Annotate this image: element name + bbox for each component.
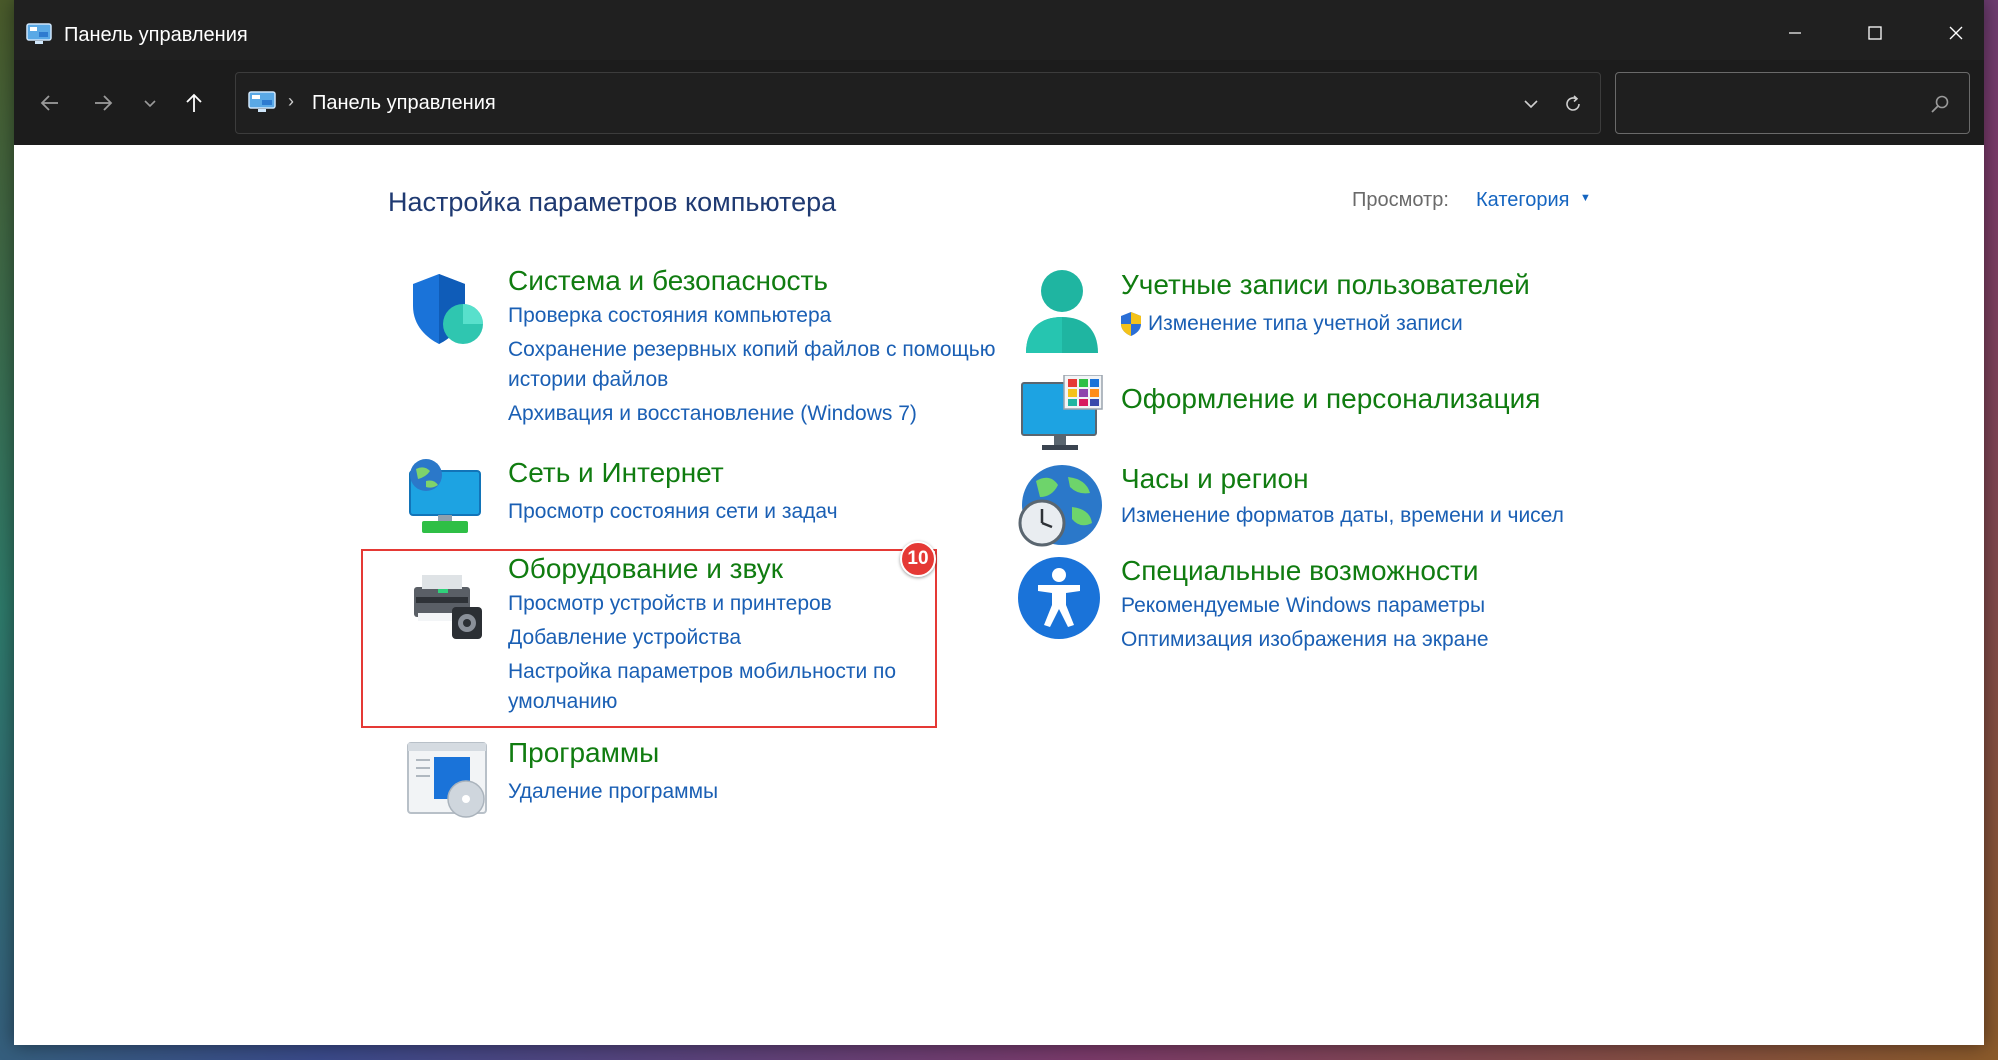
search-box[interactable]: [1615, 72, 1970, 134]
highlight-box: [361, 549, 937, 728]
minimize-icon: [1789, 32, 1801, 34]
category-network-internet: Сеть и Интернет Просмотр состояния сети …: [388, 457, 948, 547]
chevron-down-icon: [1524, 100, 1538, 109]
maximize-button[interactable]: [1860, 18, 1890, 48]
minimize-button[interactable]: [1780, 18, 1810, 48]
link-file-history-backup[interactable]: Сохранение резервных копий файлов с помо…: [508, 335, 1028, 395]
link-network-status[interactable]: Просмотр состояния сети и задач: [508, 497, 838, 527]
caret-down-icon: ▼: [1580, 192, 1591, 204]
category-title[interactable]: Система и безопасность: [508, 265, 828, 297]
step-badge: 10: [900, 541, 936, 577]
arrow-up-icon: [186, 93, 202, 112]
search-icon: [1931, 95, 1949, 113]
category-title[interactable]: Оформление и персонализация: [1121, 383, 1540, 415]
uac-shield-icon: [1121, 312, 1141, 336]
back-button[interactable]: [32, 85, 68, 121]
address-dropdown-button[interactable]: [1514, 87, 1548, 121]
category-clock-region: Часы и регион Изменение форматов даты, в…: [1014, 463, 1614, 553]
up-button[interactable]: [176, 85, 212, 121]
category-title[interactable]: Программы: [508, 737, 659, 769]
category-user-accounts: Учетные записи пользователей Изменение т…: [1014, 269, 1574, 359]
link-date-time-formats[interactable]: Изменение форматов даты, времени и чисел: [1121, 501, 1564, 531]
page-title: Настройка параметров компьютера: [388, 187, 837, 217]
close-button[interactable]: [1941, 18, 1971, 48]
category-appearance: Оформление и персонализация: [1014, 375, 1574, 455]
link-uninstall-program[interactable]: Удаление программы: [508, 777, 718, 807]
globe-clock-icon: [1018, 465, 1102, 547]
category-programs: Программы Удаление программы: [388, 737, 948, 837]
control-panel-window: Панель управления › Панель управления На…: [14, 0, 1984, 1045]
address-bar[interactable]: › Панель управления: [235, 72, 1601, 134]
category-system-security: Система и безопасность Проверка состояни…: [388, 265, 1028, 445]
category-title[interactable]: Учетные записи пользователей: [1121, 269, 1530, 301]
content-area: Настройка параметров компьютера Просмотр…: [14, 145, 1984, 1045]
close-icon: [1949, 26, 1963, 40]
arrow-right-icon: [95, 95, 113, 111]
refresh-icon: [1566, 95, 1580, 111]
breadcrumb-control-panel[interactable]: Панель управления: [312, 92, 496, 115]
breadcrumb-separator: ›: [288, 91, 294, 111]
navigation-bar: › Панель управления: [14, 60, 1984, 145]
link-change-account-type[interactable]: Изменение типа учетной записи: [1148, 309, 1463, 339]
programs-disc-icon: [407, 742, 487, 818]
view-label: Просмотр:: [1352, 189, 1449, 211]
maximize-icon: [1868, 26, 1882, 40]
forward-button[interactable]: [85, 85, 121, 121]
window-title: Панель управления: [64, 24, 248, 46]
title-bar: Панель управления: [14, 0, 1984, 60]
refresh-button[interactable]: [1556, 87, 1590, 121]
monitor-personalization-icon: [1021, 375, 1103, 450]
category-accessibility: Специальные возможности Рекомендуемые Wi…: [1014, 555, 1614, 655]
control-panel-breadcrumb-icon: [248, 91, 276, 112]
link-optimize-display[interactable]: Оптимизация изображения на экране: [1121, 625, 1489, 655]
link-recommended-settings[interactable]: Рекомендуемые Windows параметры: [1121, 591, 1485, 621]
shield-icon: [413, 274, 483, 344]
network-globe-icon: [409, 459, 481, 533]
link-check-computer-status[interactable]: Проверка состояния компьютера: [508, 301, 1028, 331]
control-panel-app-icon: [26, 23, 52, 44]
view-mode-dropdown[interactable]: Категория: [1476, 189, 1570, 212]
category-title[interactable]: Сеть и Интернет: [508, 457, 724, 489]
user-icon: [1026, 270, 1098, 353]
chevron-down-icon: [144, 100, 156, 108]
arrow-left-icon: [40, 95, 58, 111]
category-title[interactable]: Специальные возможности: [1121, 555, 1478, 587]
recent-locations-button[interactable]: [132, 85, 168, 121]
accessibility-icon: [1018, 557, 1100, 639]
link-backup-restore[interactable]: Архивация и восстановление (Windows 7): [508, 399, 1028, 429]
category-title[interactable]: Часы и регион: [1121, 463, 1309, 495]
